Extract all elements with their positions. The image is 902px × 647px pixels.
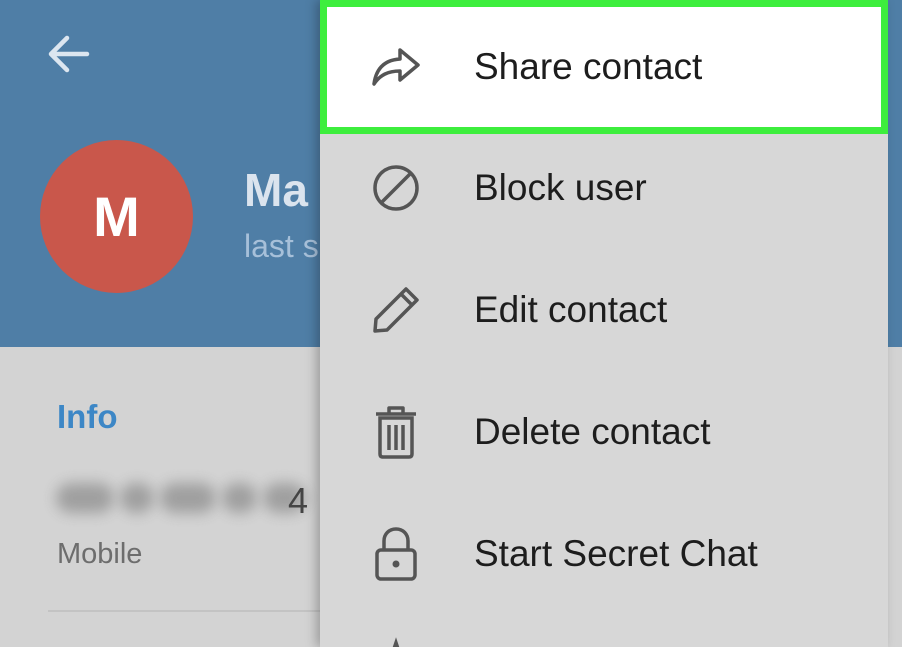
- contact-options-menu: Share contact Block user Edit contact De…: [320, 0, 888, 647]
- last-seen-status: last s: [244, 228, 319, 264]
- menu-item-edit-contact[interactable]: Edit contact: [320, 249, 888, 371]
- divider: [48, 610, 348, 612]
- info-section-title: Info: [57, 398, 118, 435]
- back-button[interactable]: [40, 30, 96, 78]
- contact-name: Ma: [244, 164, 308, 216]
- menu-item-delete-contact[interactable]: Delete contact: [320, 371, 888, 493]
- avatar[interactable]: M: [40, 140, 193, 293]
- menu-item-label: Start Secret Chat: [474, 533, 758, 574]
- block-icon: [368, 160, 424, 216]
- menu-item-share-contact[interactable]: Share contact: [320, 0, 888, 134]
- trash-icon: [368, 404, 424, 460]
- phone-type-label: Mobile: [57, 538, 143, 570]
- arrow-left-icon: [48, 35, 90, 73]
- menu-item-block-user[interactable]: Block user: [320, 127, 888, 249]
- partial-icon: [392, 637, 400, 647]
- menu-item-label: Edit contact: [474, 289, 668, 330]
- menu-item-label: Delete contact: [474, 411, 711, 452]
- share-icon: [368, 39, 424, 95]
- pencil-icon: [368, 282, 424, 338]
- phone-number-blurred[interactable]: [56, 478, 306, 518]
- menu-item-start-secret-chat[interactable]: Start Secret Chat: [320, 493, 888, 615]
- avatar-initial: M: [93, 185, 140, 248]
- phone-number-digits: 4: [288, 480, 309, 521]
- menu-item-partial[interactable]: [368, 635, 424, 647]
- menu-item-label: Block user: [474, 167, 647, 208]
- menu-item-label: Share contact: [474, 46, 703, 87]
- lock-icon: [368, 526, 424, 582]
